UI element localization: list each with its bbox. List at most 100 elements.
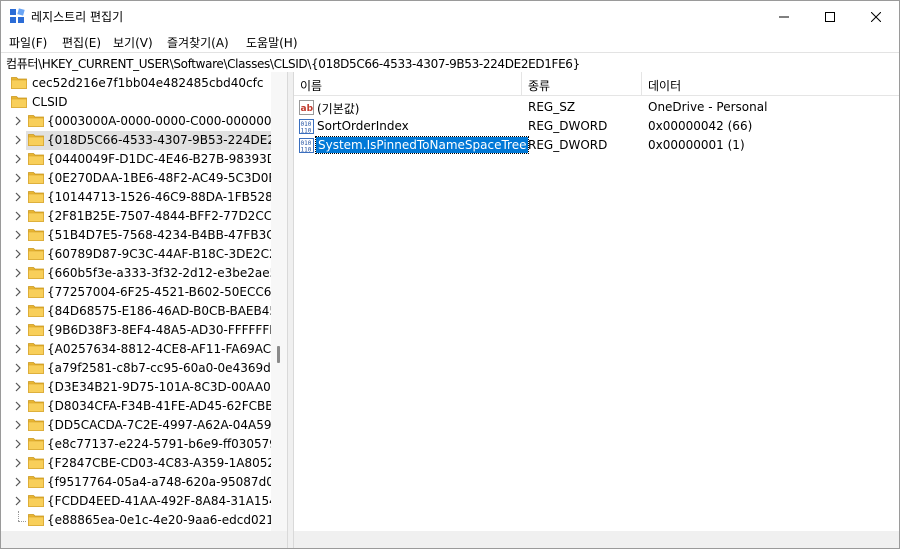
tree-item-row[interactable]: {2F81B25E-7507-4844-BFF2-77D2CC24 [1,207,287,226]
value-type: REG_DWORD [528,138,608,152]
column-header-name-label: 이름 [300,79,323,93]
tree-item-row[interactable]: {84D68575-E186-46AD-B0CB-BAEB45EE [1,302,287,321]
tree-item-label: {51B4D7E5-7568-4234-B4BB-47FB3C01 [47,228,288,242]
folder-icon [11,77,27,89]
tree-item-row[interactable]: {DD5CACDA-7C2E-4997-A62A-04A597I [1,416,283,435]
menu-view[interactable]: 보기(V) [113,34,153,51]
tree-item-row[interactable]: {F2847CBE-CD03-4C83-A359-1A8052C [1,454,283,473]
chevron-right-icon[interactable] [14,249,22,259]
chevron-right-icon[interactable] [14,363,22,373]
address-bar[interactable]: 컴퓨터\HKEY_CURRENT_USER\Software\Classes\C… [1,52,899,73]
chevron-right-icon[interactable] [14,382,22,392]
tree-item-row[interactable]: {77257004-6F25-4521-B602-50ECC6EC [1,283,287,302]
tree-item-row[interactable]: {0E270DAA-1BE6-48F2-AC49-5C3D0B3 [1,169,284,188]
tree-item-row[interactable]: {D8034CFA-F34B-41FE-AD45-62FCBB52 [1,397,287,416]
tree-item-top[interactable]: cec52d216e7f1bb04e482485cbd40cfc [1,74,271,93]
folder-icon [28,495,44,507]
chevron-right-icon[interactable] [14,173,22,183]
svg-text:ab: ab [301,104,314,114]
column-header-type[interactable]: 종류 [522,72,642,95]
tree-item-label: {f9517764-05a4-a748-620a-95087d06a [47,475,288,489]
chevron-right-icon[interactable] [14,211,22,221]
close-button[interactable] [853,1,899,32]
tree-item-label: {2F81B25E-7507-4844-BFF2-77D2CC24 [47,209,288,223]
chevron-right-icon[interactable] [14,192,22,202]
chevron-right-icon[interactable] [14,287,22,297]
folder-icon [28,153,44,165]
tree-item-row[interactable]: {018D5C66-4533-4307-9B53-224DE2ED [1,131,287,150]
chevron-right-icon[interactable] [14,401,22,411]
tree-item-row[interactable]: {D3E34B21-9D75-101A-8C3D-00AA001 [1,378,286,397]
tree-item-label: {0440049F-D1DC-4E46-B27B-98393D79 [47,152,288,166]
value-data: 0x00000042 (66) [648,119,753,133]
chevron-right-icon[interactable] [14,230,22,240]
column-header-name[interactable]: 이름 [294,72,522,95]
tree-item-row[interactable]: {a79f2581-c8b7-cc95-60a0-0e4369de92 [1,359,287,378]
tree-vertical-scrollbar[interactable] [271,72,287,531]
value-name: System.IsPinnedToNameSpaceTree [314,136,530,154]
chevron-right-icon[interactable] [14,477,22,487]
tree-item-row[interactable]: {A0257634-8812-4CE8-AF11-FA69ACAE [1,340,287,359]
menu-favorites[interactable]: 즐겨찾기(A) [167,34,229,51]
column-header-data[interactable]: 데이터 [642,72,899,95]
chevron-right-icon[interactable] [14,268,22,278]
tree-item-label: {84D68575-E186-46AD-B0CB-BAEB45EE [47,304,288,318]
tree-item-row[interactable]: {e8c77137-e224-5791-b6e9-ff0305797a [1,435,287,454]
tree-item-label: {60789D87-9C3C-44AF-B18C-3DE2C28 [47,247,285,261]
window-title: 레지스트리 편집기 [31,10,124,24]
tree-horizontal-scrollbar[interactable] [1,531,287,548]
tree-item-row[interactable]: {51B4D7E5-7568-4234-B4BB-47FB3C01 [1,226,287,245]
value-type: REG_DWORD [528,119,608,133]
chevron-right-icon[interactable] [14,496,22,506]
value-row[interactable]: ab (기본값) REG_SZ OneDrive - Personal [294,98,899,117]
chevron-right-icon[interactable] [14,135,22,145]
folder-icon [28,476,44,488]
menu-help[interactable]: 도움말(H) [246,34,298,51]
tree-item-row[interactable]: {10144713-1526-46C9-88DA-1FB52807 [1,188,287,207]
value-type: REG_SZ [528,100,576,114]
folder-icon [28,248,44,260]
registry-editor-window: 레지스트리 편집기 파일(F) 편집(E) 보기(V) 즐겨찾기(A) 도움말(… [0,0,900,549]
tree-item-row[interactable]: {FCDD4EED-41AA-492F-8A84-31A1546 [1,492,284,511]
chevron-right-icon[interactable] [14,420,22,430]
chevron-right-icon[interactable] [14,325,22,335]
tree-item-label: {FCDD4EED-41AA-492F-8A84-31A1546 [47,494,285,508]
chevron-right-icon[interactable] [14,439,22,449]
tree-item-label: {77257004-6F25-4521-B602-50ECC6EC [47,285,288,299]
value-data: OneDrive - Personal [648,100,768,114]
tree-item-row[interactable]: {60789D87-9C3C-44AF-B18C-3DE2C28 [1,245,284,264]
folder-icon [28,172,44,184]
values-horizontal-scrollbar[interactable] [294,531,899,548]
maximize-button[interactable] [807,1,853,32]
address-path[interactable]: 컴퓨터\HKEY_CURRENT_USER\Software\Classes\C… [6,55,580,72]
chevron-right-icon[interactable] [14,306,22,316]
chevron-right-icon[interactable] [14,458,22,468]
key-tree-pane[interactable]: cec52d216e7f1bb04e482485cbd40cfc CLSID {00… [1,72,288,548]
chevron-right-icon[interactable] [14,344,22,354]
title-bar[interactable]: 레지스트리 편집기 [1,1,899,32]
chevron-right-icon[interactable] [14,154,22,164]
chevron-right-icon[interactable] [14,116,22,126]
string-value-icon: ab [299,100,314,115]
folder-icon [28,457,44,469]
value-row[interactable]: 010 110 SortOrderIndex REG_DWORD 0x00000042 … [294,117,899,136]
tree-item-clsid[interactable]: CLSID [1,93,271,112]
value-row[interactable]: 010 110 System.IsPinnedToNameSpaceTree REG_… [294,136,899,155]
tree-scroll-thumb[interactable] [277,346,280,363]
values-pane[interactable]: 이름 종류 데이터 ab (기본값) REG_SZ OneDrive - Person… [293,72,899,548]
tree-item-label: {9B6D38F3-8EF4-48A5-AD30-FFFFFFFF [47,323,284,337]
tree-item-row[interactable]: {9B6D38F3-8EF4-48A5-AD30-FFFFFFFF [1,321,283,340]
tree-item-label: {D8034CFA-F34B-41FE-AD45-62FCBB52 [47,399,288,413]
value-name: SortOrderIndex [317,119,409,133]
registry-editor-icon [10,8,25,23]
maximize-icon [825,11,835,22]
tree-item-row[interactable]: {0440049F-D1DC-4E46-B27B-98393D79 [1,150,287,169]
tree-item-row[interactable]: {660b5f3e-a333-3f32-2d12-e3be2ae525 [1,264,287,283]
tree-item-row[interactable]: {e88865ea-0e1c-4e20-9aa6-edcd0212c8 [1,511,287,530]
minimize-button[interactable] [761,1,807,32]
tree-item-row[interactable]: {0003000A-0000-0000-C000-000000000 [1,112,287,131]
tree-item-label: {DD5CACDA-7C2E-4997-A62A-04A597I [47,418,283,432]
menu-file[interactable]: 파일(F) [9,34,47,51]
tree-item-row[interactable]: {f9517764-05a4-a748-620a-95087d06a [1,473,287,492]
menu-edit[interactable]: 편집(E) [62,34,101,51]
